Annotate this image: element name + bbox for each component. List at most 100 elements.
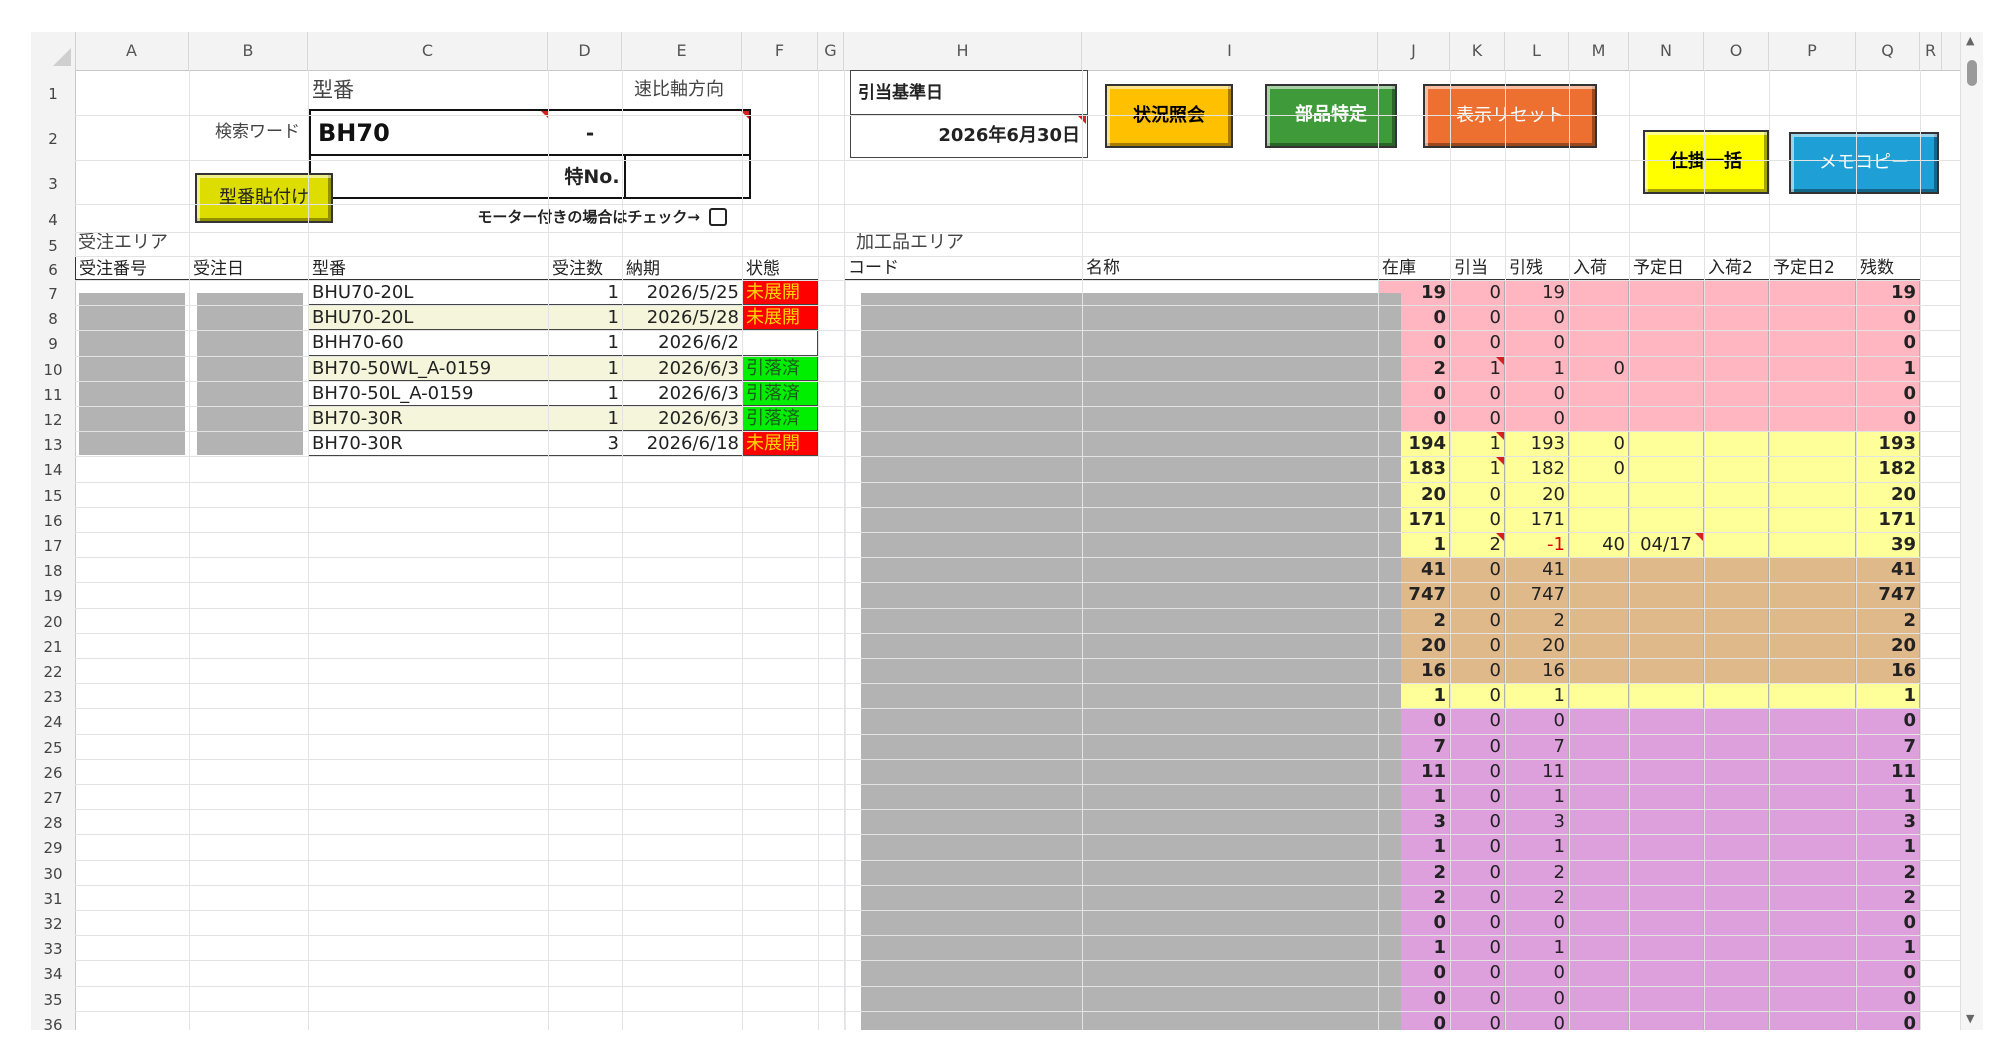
stock-arrival-6[interactable]: 0 <box>1569 431 1629 457</box>
stock-plan-14[interactable] <box>1629 632 1704 658</box>
stock-plan-23[interactable] <box>1629 859 1704 885</box>
stock-remain-28[interactable]: 0 <box>1505 985 1569 1011</box>
stock-plan-27[interactable] <box>1629 960 1704 986</box>
stock-plan2-29[interactable] <box>1769 1010 1856 1030</box>
stock-alloc-13[interactable]: 0 <box>1450 607 1505 633</box>
stock-alloc-24[interactable]: 0 <box>1450 884 1505 910</box>
stock-plan2-12[interactable] <box>1769 582 1856 608</box>
stock-balance-4[interactable]: 0 <box>1856 380 1920 406</box>
column-header-h[interactable]: H <box>844 32 1082 70</box>
search-input[interactable]: BH70 <box>315 114 495 152</box>
stock-arrival2-6[interactable] <box>1704 431 1769 457</box>
scroll-down-icon[interactable]: ▼ <box>1966 1012 1974 1025</box>
stock-plan-21[interactable] <box>1629 809 1704 835</box>
stock-arrival2-25[interactable] <box>1704 910 1769 936</box>
stock-plan2-24[interactable] <box>1769 884 1856 910</box>
stock-arrival-19[interactable] <box>1569 758 1629 784</box>
stock-remain-8[interactable]: 20 <box>1505 481 1569 507</box>
row-header-24[interactable]: 24 <box>31 710 75 735</box>
stock-arrival-5[interactable] <box>1569 406 1629 432</box>
stock-remain-16[interactable]: 1 <box>1505 683 1569 709</box>
row-header-17[interactable]: 17 <box>31 534 75 559</box>
paste-model-button[interactable]: 型番貼付け <box>195 173 333 223</box>
stock-alloc-9[interactable]: 0 <box>1450 506 1505 532</box>
stock-arrival2-13[interactable] <box>1704 607 1769 633</box>
stock-arrival2-3[interactable] <box>1704 355 1769 381</box>
stock-alloc-19[interactable]: 0 <box>1450 758 1505 784</box>
stock-balance-3[interactable]: 1 <box>1856 355 1920 381</box>
row-header-26[interactable]: 26 <box>31 761 75 786</box>
stock-balance-0[interactable]: 19 <box>1856 280 1920 306</box>
stock-arrival-16[interactable] <box>1569 683 1629 709</box>
row-header-19[interactable]: 19 <box>31 584 75 609</box>
stock-plan2-16[interactable] <box>1769 683 1856 709</box>
row-header-27[interactable]: 27 <box>31 786 75 811</box>
stock-balance-12[interactable]: 747 <box>1856 582 1920 608</box>
stock-plan2-3[interactable] <box>1769 355 1856 381</box>
order-status-0[interactable]: 未展開 <box>742 280 818 306</box>
stock-balance-11[interactable]: 41 <box>1856 557 1920 583</box>
stock-plan-10[interactable]: 04/17 <box>1629 532 1704 558</box>
row-header-35[interactable]: 35 <box>31 988 75 1013</box>
order-model-5[interactable]: BH70-30R <box>308 406 548 432</box>
row-header-21[interactable]: 21 <box>31 635 75 660</box>
order-due-2[interactable]: 2026/6/2 <box>622 330 742 356</box>
stock-plan-3[interactable] <box>1629 355 1704 381</box>
column-header-d[interactable]: D <box>548 32 622 70</box>
cell-grid[interactable]: 型番 速比軸方向 検索ワード BH70 - 特No. モーター付きの場合はチェッ… <box>75 70 1961 1030</box>
row-header-5[interactable]: 5 <box>31 234 75 258</box>
stock-balance-16[interactable]: 1 <box>1856 683 1920 709</box>
stock-remain-22[interactable]: 1 <box>1505 834 1569 860</box>
stock-arrival2-24[interactable] <box>1704 884 1769 910</box>
stock-arrival2-16[interactable] <box>1704 683 1769 709</box>
stock-arrival-7[interactable]: 0 <box>1569 456 1629 482</box>
row-header-9[interactable]: 9 <box>31 332 75 357</box>
stock-plan-0[interactable] <box>1629 280 1704 306</box>
stock-plan-16[interactable] <box>1629 683 1704 709</box>
stock-arrival2-10[interactable] <box>1704 532 1769 558</box>
row-header-29[interactable]: 29 <box>31 836 75 861</box>
stock-alloc-17[interactable]: 0 <box>1450 708 1505 734</box>
stock-arrival2-27[interactable] <box>1704 960 1769 986</box>
row-header-11[interactable]: 11 <box>31 383 75 408</box>
ratio-dash[interactable]: - <box>555 114 625 152</box>
row-header-8[interactable]: 8 <box>31 307 75 332</box>
stock-alloc-20[interactable]: 0 <box>1450 784 1505 810</box>
stock-plan2-19[interactable] <box>1769 758 1856 784</box>
order-due-5[interactable]: 2026/6/3 <box>622 406 742 432</box>
stock-plan2-2[interactable] <box>1769 330 1856 356</box>
scroll-up-icon[interactable]: ▲ <box>1966 34 1974 47</box>
row-header-36[interactable]: 36 <box>31 1013 75 1030</box>
stock-plan-28[interactable] <box>1629 985 1704 1011</box>
order-qty-3[interactable]: 1 <box>548 355 622 381</box>
stock-balance-23[interactable]: 2 <box>1856 859 1920 885</box>
vertical-scrollbar[interactable]: ▲ ▼ <box>1960 32 1983 1030</box>
stock-remain-21[interactable]: 3 <box>1505 809 1569 835</box>
stock-alloc-4[interactable]: 0 <box>1450 380 1505 406</box>
order-model-0[interactable]: BHU70-20L <box>308 280 548 306</box>
stock-arrival-26[interactable] <box>1569 935 1629 961</box>
stock-remain-26[interactable]: 1 <box>1505 935 1569 961</box>
stock-plan2-28[interactable] <box>1769 985 1856 1011</box>
stock-arrival-14[interactable] <box>1569 632 1629 658</box>
stock-plan-5[interactable] <box>1629 406 1704 432</box>
stock-balance-19[interactable]: 11 <box>1856 758 1920 784</box>
order-qty-1[interactable]: 1 <box>548 305 622 331</box>
order-status-3[interactable]: 引落済 <box>742 355 818 381</box>
stock-remain-2[interactable]: 0 <box>1505 330 1569 356</box>
stock-remain-15[interactable]: 16 <box>1505 658 1569 684</box>
stock-balance-15[interactable]: 16 <box>1856 658 1920 684</box>
stock-plan2-20[interactable] <box>1769 784 1856 810</box>
order-due-4[interactable]: 2026/6/3 <box>622 380 742 406</box>
stock-arrival-17[interactable] <box>1569 708 1629 734</box>
stock-remain-19[interactable]: 11 <box>1505 758 1569 784</box>
row-header-23[interactable]: 23 <box>31 685 75 710</box>
stock-plan-20[interactable] <box>1629 784 1704 810</box>
stock-plan-19[interactable] <box>1629 758 1704 784</box>
stock-arrival-0[interactable] <box>1569 280 1629 306</box>
stock-plan-4[interactable] <box>1629 380 1704 406</box>
stock-arrival-3[interactable]: 0 <box>1569 355 1629 381</box>
stock-balance-25[interactable]: 0 <box>1856 910 1920 936</box>
order-qty-2[interactable]: 1 <box>548 330 622 356</box>
stock-arrival2-8[interactable] <box>1704 481 1769 507</box>
